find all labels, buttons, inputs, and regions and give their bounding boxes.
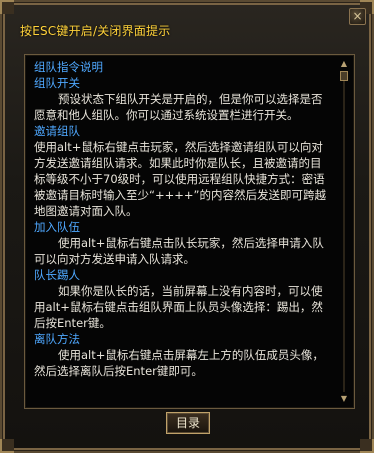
frame-corner (0, 439, 14, 453)
scroll-up-icon[interactable]: ▲ (339, 59, 349, 69)
frame-corner (360, 439, 374, 453)
window-title: 按ESC键开启/关闭界面提示 (20, 24, 171, 38)
section-text: 使用alt+鼠标右键点击玩家，然后选择邀请组队可以向对方发送邀请组队请求。如果此… (34, 140, 326, 218)
main-heading: 组队指令说明 (34, 60, 103, 74)
table-of-contents-button[interactable]: 目录 (166, 412, 210, 434)
help-window: 按ESC键开启/关闭界面提示 × 组队指令说明 组队开关 预设状态下组队开关是开… (0, 0, 374, 453)
section-text: 使用alt+鼠标右键点击屏幕左上方的队伍成员头像，然后选择离队后按Enter键即… (34, 348, 324, 378)
vertical-scrollbar[interactable]: ▲ ▼ (339, 59, 349, 404)
scroll-track[interactable] (343, 71, 345, 392)
section-text: 使用alt+鼠标右键点击队长玩家，然后选择申请入队可以向对方发送申请入队请求。 (34, 236, 324, 266)
help-text: 组队指令说明 组队开关 预设状态下组队开关是开启的，但是你可以选择是否愿意和他人… (34, 59, 330, 379)
frame-corner (0, 0, 14, 14)
section-heading: 离队方法 (34, 332, 80, 346)
section-text: 预设状态下组队开关是开启的，但是你可以选择是否愿意和他人组队。你可以通过系统设置… (34, 92, 323, 122)
section-heading: 组队开关 (34, 76, 80, 90)
content-panel: 组队指令说明 组队开关 预设状态下组队开关是开启的，但是你可以选择是否愿意和他人… (24, 54, 355, 409)
section-text: 如果你是队长的话，当前屏幕上没有内容时，可以使用alt+鼠标右键点击组队界面上队… (34, 284, 323, 330)
section-heading: 队长踢人 (34, 268, 80, 282)
close-button[interactable]: × (349, 8, 366, 25)
section-heading: 加入队伍 (34, 220, 80, 234)
scroll-thumb[interactable] (340, 71, 348, 81)
close-icon: × (352, 9, 363, 23)
scroll-down-icon[interactable]: ▼ (339, 394, 349, 404)
section-heading: 邀请组队 (34, 124, 80, 138)
